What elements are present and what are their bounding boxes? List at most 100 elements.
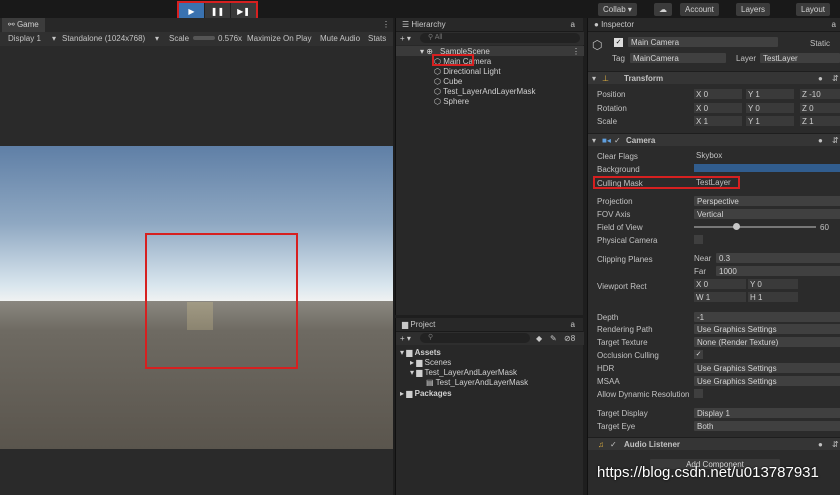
project-tab[interactable]: Project <box>410 320 435 329</box>
layer-dropdown[interactable]: TestLayer <box>760 53 840 63</box>
occlusion-culling-checkbox[interactable]: ✓ <box>694 350 703 359</box>
position-x-field[interactable]: X 0 <box>694 89 742 99</box>
hdr-dropdown[interactable]: Use Graphics Settings <box>694 363 840 373</box>
project-search-input[interactable]: ⚲ <box>420 333 530 343</box>
fov-axis-dropdown[interactable]: Vertical <box>694 209 840 219</box>
camera-enabled-checkbox[interactable]: ✓ <box>614 136 621 145</box>
lock-icon[interactable]: a <box>832 20 836 29</box>
viewport-y-field[interactable]: Y 0 <box>748 279 798 289</box>
maximize-on-play-toggle[interactable]: Maximize On Play <box>247 34 311 43</box>
msaa-label: MSAA <box>597 377 620 386</box>
collab-button[interactable]: Collab ▾ <box>598 3 637 16</box>
stats-toggle[interactable]: Stats <box>368 34 386 43</box>
hierarchy-search-input[interactable]: ⚲ All <box>420 33 580 43</box>
add-icon[interactable]: + ▾ <box>400 334 411 343</box>
hidden-count-icon[interactable]: ⊘8 <box>564 334 575 343</box>
viewport-x-field[interactable]: X 0 <box>694 279 746 289</box>
kebab-menu-icon[interactable]: ⋮ <box>572 47 580 56</box>
label-icon[interactable]: ✎ <box>550 334 557 343</box>
lock-icon[interactable]: a <box>571 320 575 329</box>
tag-dropdown[interactable]: MainCamera <box>630 53 726 63</box>
physical-camera-checkbox[interactable] <box>694 235 703 244</box>
settings-icon[interactable]: ⇵ <box>832 136 839 145</box>
pause-button[interactable]: ❚❚ <box>204 3 230 19</box>
viewport-h-field[interactable]: H 1 <box>748 292 798 302</box>
projection-dropdown[interactable]: Perspective <box>694 196 840 206</box>
settings-icon[interactable]: ⇵ <box>832 74 839 83</box>
step-button[interactable]: ▶❚ <box>230 3 256 19</box>
help-icon[interactable]: ● <box>818 74 823 83</box>
depth-field[interactable]: -1 <box>694 312 840 322</box>
msaa-dropdown[interactable]: Use Graphics Settings <box>694 376 840 386</box>
hierarchy-item-sphere[interactable]: ⬡ Sphere <box>434 97 469 106</box>
resolution-dropdown[interactable]: Standalone (1024x768) <box>62 34 145 43</box>
transform-section-header[interactable]: ▾ ⊥ Transform ● ⇵ <box>588 71 840 84</box>
unity-scene-icon: ▾ ⊕ <box>420 47 433 56</box>
mute-audio-toggle[interactable]: Mute Audio <box>320 34 360 43</box>
background-color-field[interactable] <box>694 164 840 172</box>
rotation-z-field[interactable]: Z 0 <box>800 103 840 113</box>
kebab-menu-icon[interactable]: ⋮ <box>382 20 390 29</box>
target-eye-dropdown[interactable]: Both <box>694 421 840 431</box>
scale-y-field[interactable]: Y 1 <box>746 116 794 126</box>
layout-dropdown[interactable]: Layout <box>796 3 831 16</box>
viewport-w-field[interactable]: W 1 <box>694 292 746 302</box>
chevron-down-icon: ▾ <box>52 34 57 43</box>
account-dropdown[interactable]: Account <box>680 3 719 16</box>
hierarchy-item-directional-light[interactable]: ⬡ Directional Light <box>434 67 501 76</box>
tab-game[interactable]: ⚯ Game <box>2 18 45 32</box>
hierarchy-tab[interactable]: Hierarchy <box>411 20 445 29</box>
add-icon[interactable]: + ▾ <box>400 34 411 43</box>
fov-slider-thumb[interactable] <box>733 223 740 230</box>
highlight-box <box>593 176 740 189</box>
scale-z-field[interactable]: Z 1 <box>800 116 840 126</box>
cube-outline-icon: ⬡ <box>434 87 444 96</box>
project-item-folder[interactable]: ▾ ▆ Test_LayerAndLayerMask <box>410 368 517 377</box>
scene-row[interactable]: ▾ ⊕ SampleScene ⋮ <box>396 46 584 56</box>
audio-listener-title: Audio Listener <box>624 440 681 449</box>
hierarchy-item-cube[interactable]: ⬡ Cube <box>434 77 462 86</box>
folder-open-icon: ▾ ▆ <box>400 348 415 357</box>
clipping-planes-label: Clipping Planes <box>597 255 653 264</box>
help-icon[interactable]: ● <box>818 136 823 145</box>
display-dropdown[interactable]: Display 1 <box>8 34 41 43</box>
rotation-x-field[interactable]: X 0 <box>694 103 742 113</box>
cloud-icon[interactable]: ☁ <box>654 3 672 16</box>
far-label: Far <box>694 267 706 276</box>
object-name-field[interactable]: Main Camera <box>628 37 778 47</box>
camera-section-header[interactable]: ▾ ■◂ ✓ Camera ● ⇵ <box>588 133 840 146</box>
play-button[interactable]: ▶ <box>179 3 204 19</box>
clear-flags-dropdown[interactable]: Skybox <box>696 151 722 160</box>
position-z-field[interactable]: Z -10 <box>800 89 840 99</box>
help-icon[interactable]: ● <box>818 440 823 449</box>
target-texture-field[interactable]: None (Render Texture) <box>694 337 840 347</box>
project-item-script[interactable]: ▤ Test_LayerAndLayerMask <box>426 378 528 387</box>
project-item-packages[interactable]: ▸ ▆ Packages <box>400 389 452 398</box>
near-field[interactable]: 0.3 <box>716 253 840 263</box>
audio-listener-section-header[interactable]: ♫ ✓ Audio Listener ● ⇵ <box>588 437 840 450</box>
lock-icon[interactable]: a <box>571 20 575 29</box>
rotation-y-field[interactable]: Y 0 <box>746 103 794 113</box>
settings-icon[interactable]: ⇵ <box>832 440 839 449</box>
far-field[interactable]: 1000 <box>716 266 840 276</box>
inspector-header: ● Inspector a <box>588 18 840 32</box>
position-y-field[interactable]: Y 1 <box>746 89 794 99</box>
target-display-dropdown[interactable]: Display 1 <box>694 408 840 418</box>
fov-value[interactable]: 60 <box>820 223 829 232</box>
project-header: ▆ Project a <box>396 318 583 332</box>
dynamic-resolution-checkbox[interactable] <box>694 389 703 398</box>
project-item-assets[interactable]: ▾ ▆ Assets <box>400 348 441 357</box>
clear-flags-label: Clear Flags <box>597 152 638 161</box>
layers-dropdown[interactable]: Layers <box>736 3 771 16</box>
hierarchy-item-test-layer[interactable]: ⬡ Test_LayerAndLayerMask <box>434 87 536 96</box>
filter-icon[interactable]: ◆ <box>536 334 542 343</box>
scale-x-field[interactable]: X 1 <box>694 116 742 126</box>
inspector-tab[interactable]: Inspector <box>601 20 634 29</box>
audio-listener-checkbox[interactable]: ✓ <box>610 440 617 449</box>
rendering-path-dropdown[interactable]: Use Graphics Settings <box>694 324 840 334</box>
project-item-scenes[interactable]: ▸ ▆ Scenes <box>410 358 451 367</box>
active-checkbox[interactable]: ✓ <box>614 38 623 47</box>
fov-slider[interactable] <box>694 226 816 228</box>
scale-slider[interactable] <box>193 36 215 40</box>
static-toggle[interactable]: Static <box>810 39 830 48</box>
